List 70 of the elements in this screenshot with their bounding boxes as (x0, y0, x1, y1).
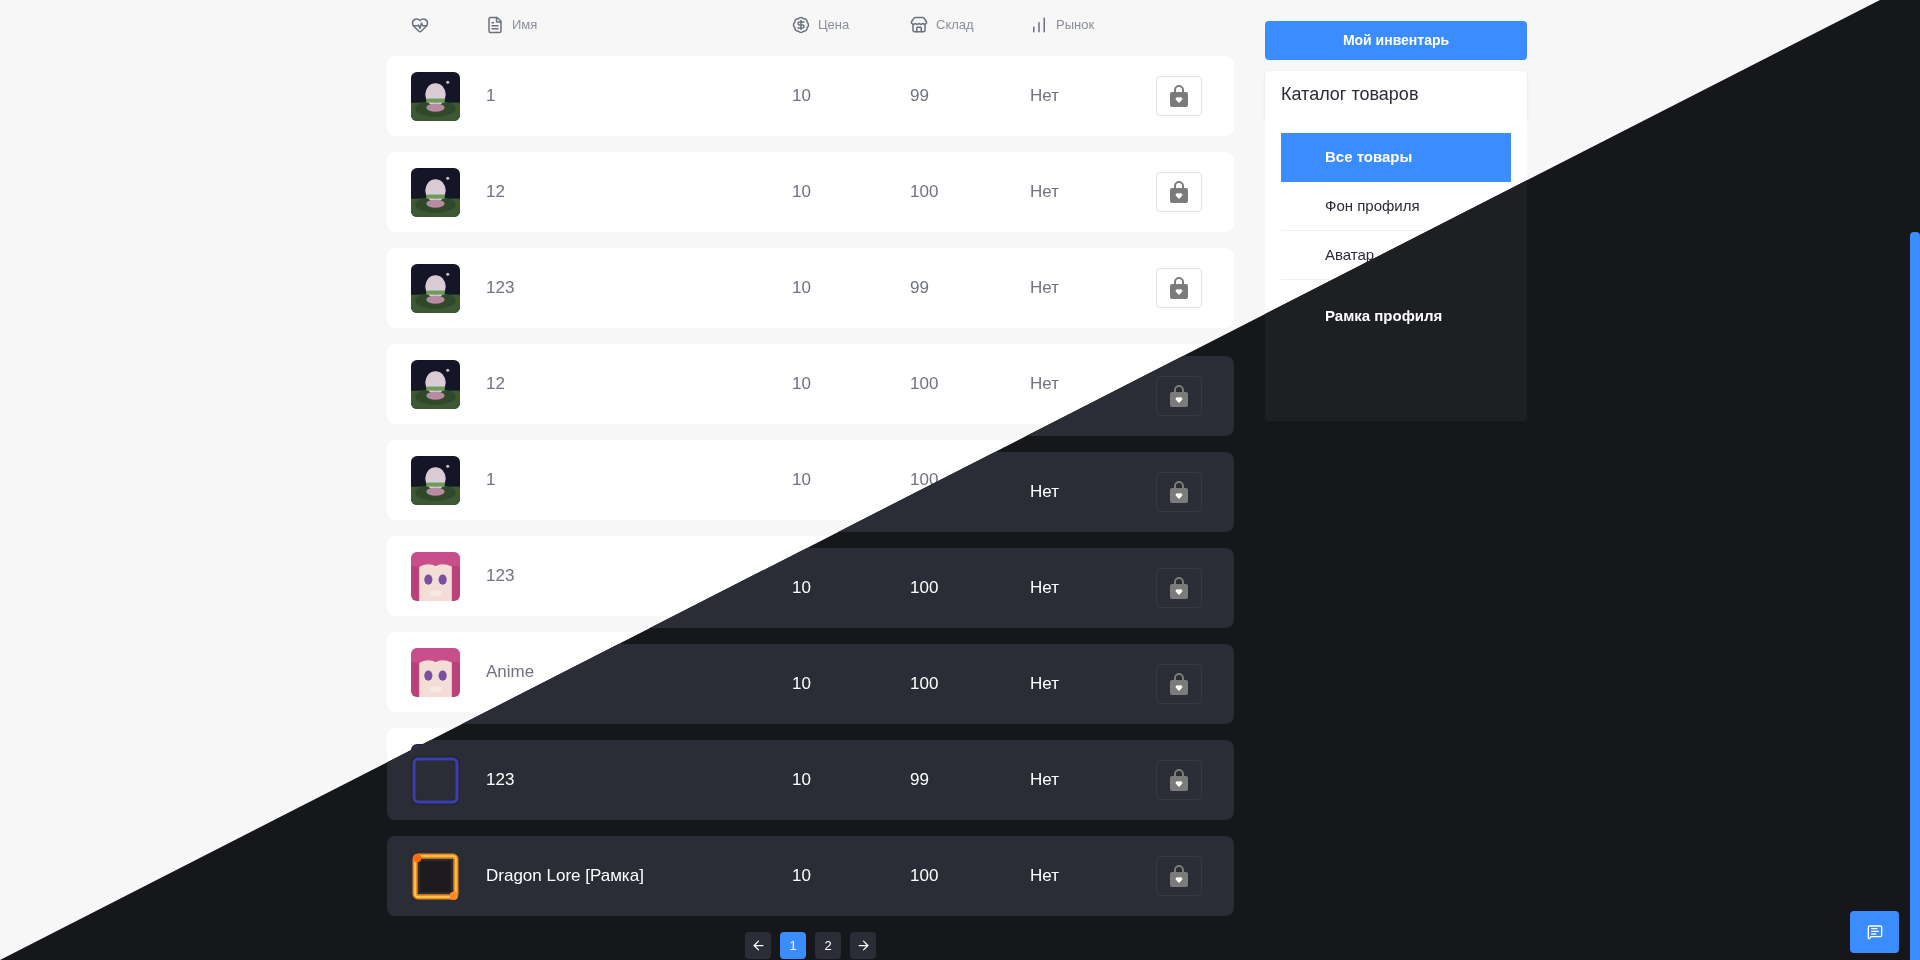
scrollbar-thumb[interactable] (1910, 232, 1920, 960)
arrow-right-icon (855, 938, 871, 953)
item-price: 10 (792, 578, 811, 598)
item-name: Dragon Lore [Рамка] (486, 866, 644, 886)
item-stock: 99 (910, 278, 929, 298)
catalog-header: Каталог товаров (1265, 71, 1527, 118)
buy-button[interactable] (1156, 376, 1202, 416)
bag-icon (1169, 385, 1189, 407)
item-market: Нет (1030, 182, 1059, 202)
item-stock: 100 (910, 674, 939, 694)
buy-button[interactable] (1156, 472, 1202, 512)
item-stock: 100 (910, 374, 939, 394)
buy-button[interactable] (1156, 760, 1202, 800)
bag-icon (1169, 673, 1189, 695)
item-price: 10 (792, 278, 811, 298)
chat-button[interactable] (1850, 911, 1899, 953)
bag-icon (1169, 577, 1189, 599)
category-item[interactable]: Аватар (1325, 243, 1375, 267)
item-price: 10 (792, 470, 811, 490)
item-name: 12 (486, 374, 505, 394)
buy-button[interactable] (1156, 568, 1202, 608)
item-name: 1 (486, 86, 496, 106)
bar-chart-icon (1030, 16, 1048, 34)
page-button[interactable]: 2 (815, 932, 841, 959)
item-market: Нет (1030, 278, 1059, 298)
previous-page-button[interactable] (745, 932, 771, 959)
item-market: Нет (1030, 374, 1059, 394)
buy-button[interactable] (1156, 856, 1202, 896)
item-price: 10 (792, 770, 811, 790)
item-name: 123 (486, 278, 515, 298)
bag-icon (1169, 769, 1189, 791)
item-market: Нет (1030, 482, 1059, 502)
column-header: Рынок (1056, 16, 1095, 35)
bag-icon (1169, 277, 1189, 299)
bag-icon (1169, 85, 1189, 107)
category-item[interactable]: Рамка профиля (1325, 305, 1443, 328)
item-stock: 100 (910, 182, 939, 202)
bag-icon (1169, 181, 1189, 203)
item-market: Нет (1030, 770, 1059, 790)
money-icon (792, 16, 810, 34)
item-name: 1 (486, 470, 496, 490)
item-stock: 99 (910, 770, 929, 790)
next-page-button[interactable] (850, 932, 876, 959)
document-icon (486, 16, 504, 34)
item-name: 12 (486, 182, 505, 202)
buy-button[interactable] (1156, 664, 1202, 704)
item-price: 10 (792, 182, 811, 202)
bag-icon (1169, 865, 1189, 887)
heart-pulse-icon (411, 16, 429, 34)
bag-icon (1169, 481, 1189, 503)
item-stock: 100 (910, 578, 939, 598)
item-price: 10 (792, 86, 811, 106)
store-icon (910, 16, 928, 34)
column-header: Имя (512, 16, 538, 35)
item-market: Нет (1030, 674, 1059, 694)
item-name: Anime (486, 662, 535, 682)
item-name: 123 (486, 770, 515, 790)
item-price: 10 (792, 374, 811, 394)
chat-icon (1866, 924, 1883, 940)
item-price: 10 (792, 866, 811, 886)
item-stock: 100 (910, 866, 939, 886)
item-name: 123 (486, 566, 515, 586)
column-header: Цена (818, 16, 850, 35)
item-market: Нет (1030, 578, 1059, 598)
item-market: Нет (1030, 86, 1059, 106)
item-stock: 99 (910, 86, 929, 106)
category-item[interactable]: Фон профиля (1325, 194, 1420, 218)
item-market: Нет (1030, 866, 1059, 886)
column-header: Склад (936, 16, 974, 35)
item-price: 10 (792, 674, 811, 694)
